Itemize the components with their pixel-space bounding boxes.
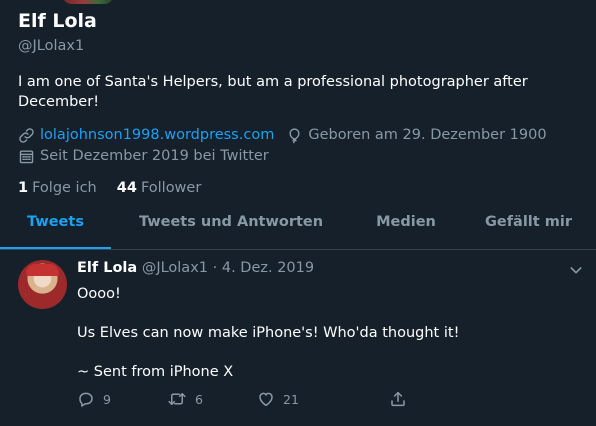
- share-icon: [389, 390, 407, 408]
- tweet-avatar[interactable]: [18, 260, 67, 309]
- share-button[interactable]: [389, 390, 407, 408]
- website-link[interactable]: lolajohnson1998.wordpress.com: [40, 125, 274, 145]
- profile-bio: I am one of Santa's Helpers, but am a pr…: [18, 74, 528, 110]
- profile-website[interactable]: lolajohnson1998.wordpress.com: [18, 125, 274, 145]
- retweet-count: 6: [195, 391, 203, 407]
- like-button[interactable]: 21: [257, 390, 347, 408]
- tweet[interactable]: Elf Lola @JLolax1 · 4. Dez. 2019 Oooo! U…: [0, 250, 596, 426]
- tweet-header: Elf Lola @JLolax1 · 4. Dez. 2019: [77, 258, 577, 278]
- profile-tabs: Tweets Tweets und Antworten Medien Gefäl…: [0, 197, 596, 250]
- reply-icon: [77, 390, 95, 408]
- tweet-actions: 9 6 21: [77, 390, 407, 408]
- profile-meta: lolajohnson1998.wordpress.com Geboren am…: [18, 125, 578, 166]
- followers-count-link[interactable]: 44 Follower: [117, 178, 202, 198]
- profile-joined: Seit Dezember 2019 bei Twitter: [18, 146, 269, 166]
- profile-header: Elf Lola @JLolax1 I am one of Santa's He…: [18, 8, 578, 198]
- tweet-author-handle[interactable]: @JLolax1: [142, 260, 208, 276]
- tweet-date[interactable]: 4. Dez. 2019: [222, 260, 314, 276]
- link-icon: [18, 127, 35, 144]
- profile-handle: @JLolax1: [18, 38, 85, 54]
- balloon-icon: [286, 127, 303, 144]
- tweet-text: Oooo! Us Elves can now make iPhone's! Wh…: [77, 284, 577, 382]
- like-count: 21: [283, 391, 299, 407]
- tab-tweets[interactable]: Tweets: [0, 197, 111, 249]
- retweet-button[interactable]: 6: [167, 390, 257, 408]
- following-count-link[interactable]: 1 Folge ich: [18, 178, 97, 198]
- profile-name: Elf Lola: [18, 10, 97, 32]
- profile-meta-row: Seit Dezember 2019 bei Twitter: [18, 146, 578, 166]
- profile-birthday: Geboren am 29. Dezember 1900: [286, 125, 547, 145]
- followers-count: 44: [116, 180, 137, 196]
- birthday-text: Geboren am 29. Dezember 1900: [308, 127, 547, 143]
- chevron-down-icon[interactable]: [568, 262, 584, 282]
- avatar-hat-shape: [26, 264, 59, 276]
- tab-likes[interactable]: Gefällt mir: [461, 197, 596, 247]
- profile-meta-row: lolajohnson1998.wordpress.com Geboren am…: [18, 125, 578, 145]
- followers-label: Follower: [140, 180, 202, 196]
- tweet-separator: ·: [212, 260, 218, 276]
- joined-text: Seit Dezember 2019 bei Twitter: [40, 148, 269, 164]
- reply-count: 9: [103, 391, 111, 407]
- retweet-icon: [167, 390, 187, 408]
- heart-icon: [257, 390, 275, 408]
- tweet-line: ~ Sent from iPhone X: [77, 364, 234, 380]
- tab-media[interactable]: Medien: [351, 197, 461, 247]
- tweet-line: Oooo!: [77, 286, 121, 302]
- calendar-icon: [18, 148, 35, 165]
- tab-tweets-and-replies[interactable]: Tweets und Antworten: [111, 197, 351, 247]
- following-label: Folge ich: [32, 180, 97, 196]
- tweet-body: Elf Lola @JLolax1 · 4. Dez. 2019 Oooo! U…: [77, 258, 577, 382]
- profile-avatar-edge: [62, 0, 114, 4]
- following-count: 1: [18, 180, 29, 196]
- tweet-author-name[interactable]: Elf Lola: [77, 260, 137, 276]
- profile-counts: 1 Folge ich 44 Follower: [18, 178, 578, 198]
- tweet-line: Us Elves can now make iPhone's! Who'da t…: [77, 325, 460, 341]
- reply-button[interactable]: 9: [77, 390, 167, 408]
